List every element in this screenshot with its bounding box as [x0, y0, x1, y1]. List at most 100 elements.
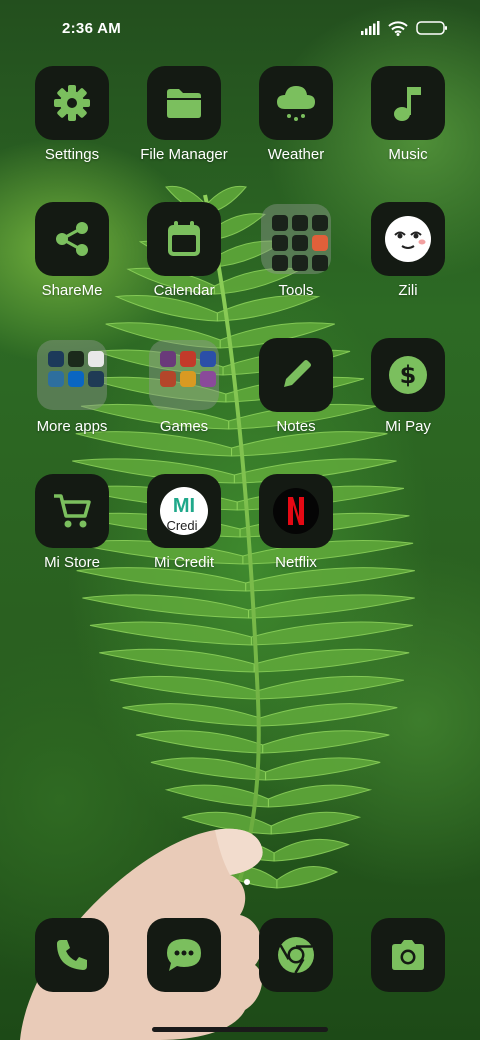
mi-credit-tile[interactable]: MI Credi	[147, 474, 221, 548]
game-icon	[160, 351, 176, 367]
app-label: File Manager	[140, 146, 228, 163]
mini-app-icon	[88, 351, 104, 367]
app-weather[interactable]: Weather	[240, 66, 352, 174]
fern-leaflet	[250, 621, 413, 646]
mi-store-tile[interactable]	[35, 474, 109, 548]
app-music[interactable]: Music	[352, 66, 464, 174]
dock-camera[interactable]	[352, 918, 464, 994]
mini-app-icon	[48, 351, 64, 367]
pencil-icon	[284, 360, 311, 387]
radio-icon	[272, 235, 288, 251]
svg-text:MI: MI	[173, 495, 195, 517]
game-icon	[200, 371, 216, 387]
zili-tile[interactable]	[371, 202, 445, 276]
app-mi-credit[interactable]: MI Credi Mi Credit	[128, 474, 240, 582]
weather-tile[interactable]	[259, 66, 333, 140]
app-label: Netflix	[275, 554, 317, 571]
dock-phone[interactable]	[16, 918, 128, 994]
compass-icon	[312, 215, 328, 231]
game-icon	[180, 371, 196, 387]
cart-icon	[54, 494, 91, 528]
app-calendar[interactable]: Calendar	[128, 202, 240, 310]
fern-leaflet	[262, 730, 390, 754]
fern-leaflet	[122, 703, 261, 727]
chrome-tile[interactable]	[259, 918, 333, 992]
netflix-logo-icon	[273, 488, 319, 534]
fern-leaflet	[265, 757, 381, 781]
svg-text:$: $	[400, 361, 417, 389]
app-file-manager[interactable]: File Manager	[128, 66, 240, 174]
notes-tile[interactable]	[259, 338, 333, 412]
status-icons	[360, 20, 448, 36]
scanner-icon	[292, 215, 308, 231]
fern-leaflet	[253, 648, 410, 673]
status-bar: 2:36 AM	[0, 0, 480, 56]
shareme-tile[interactable]	[35, 202, 109, 276]
game-icon	[180, 351, 196, 367]
camera-tile[interactable]	[371, 918, 445, 992]
netflix-tile[interactable]	[259, 474, 333, 548]
app-label: ShareMe	[41, 282, 103, 299]
fern-leaflet	[256, 675, 405, 700]
app-mi-pay[interactable]: $ Mi Pay	[352, 338, 464, 446]
game-icon	[160, 371, 176, 387]
app-label: Weather	[267, 146, 325, 163]
app-folder-more-apps[interactable]: More apps	[16, 338, 128, 446]
fern-leaflet	[267, 784, 373, 808]
app-label: Music	[388, 146, 428, 163]
fern-leaflet	[89, 621, 252, 646]
security-icon	[312, 255, 328, 271]
app-mi-store[interactable]: Mi Store	[16, 474, 128, 582]
app-folder-games[interactable]: Games	[128, 338, 240, 446]
rain-cloud-icon	[277, 86, 315, 121]
app-label: Calendar	[153, 282, 215, 299]
app-label: Mi Pay	[385, 418, 431, 435]
phone-tile[interactable]	[35, 918, 109, 992]
dock-chrome[interactable]	[240, 918, 352, 994]
app-netflix[interactable]: Netflix	[240, 474, 352, 582]
status-time: 2:36 AM	[62, 19, 122, 37]
music-tile[interactable]	[371, 66, 445, 140]
game-icon	[200, 351, 216, 367]
app-zili[interactable]: Zili	[352, 202, 464, 310]
mi-pay-tile[interactable]: $	[371, 338, 445, 412]
signal-icon	[361, 21, 380, 35]
app-label: Mi Store	[44, 554, 100, 571]
mini-app-icon	[88, 371, 104, 387]
fern-leaflet	[99, 648, 255, 673]
app-settings[interactable]: Settings	[16, 66, 128, 174]
tools-folder[interactable]	[261, 204, 331, 274]
app-label: Mi Credit	[153, 554, 214, 571]
settings-tile[interactable]	[35, 66, 109, 140]
svg-text:Credi: Credi	[166, 518, 197, 533]
gear-icon	[54, 85, 90, 121]
cleaner-icon	[272, 255, 288, 271]
calendar-tile[interactable]	[147, 202, 221, 276]
mi-credit-logo-icon: MI Credi	[160, 487, 208, 535]
fern-leaflet	[136, 730, 264, 754]
dock-messages[interactable]	[128, 918, 240, 994]
app-label: Tools	[278, 282, 314, 299]
battery-icon	[416, 21, 447, 35]
app-label: Games	[159, 418, 209, 435]
dollar-icon: $	[389, 356, 427, 394]
app-notes[interactable]: Notes	[240, 338, 352, 446]
fern-leaflet	[276, 866, 339, 889]
home-indicator-bar[interactable]	[152, 1027, 328, 1032]
app-label: Notes	[276, 418, 316, 435]
mini-app-icon	[48, 371, 64, 387]
file-manager-tile[interactable]	[147, 66, 221, 140]
page-indicator	[244, 879, 250, 885]
linkedin-icon	[68, 371, 84, 387]
more-apps-folder[interactable]	[37, 340, 107, 410]
smiley-face-icon	[385, 216, 431, 262]
phone-icon	[57, 940, 87, 970]
fern-leaflet	[259, 703, 398, 727]
app-folder-tools[interactable]: Tools	[240, 202, 352, 310]
messages-tile[interactable]	[147, 918, 221, 992]
folder-icon	[167, 89, 201, 118]
app-label: More apps	[36, 418, 108, 435]
app-shareme[interactable]: ShareMe	[16, 202, 128, 310]
chrome-icon	[278, 937, 314, 974]
games-folder[interactable]	[149, 340, 219, 410]
